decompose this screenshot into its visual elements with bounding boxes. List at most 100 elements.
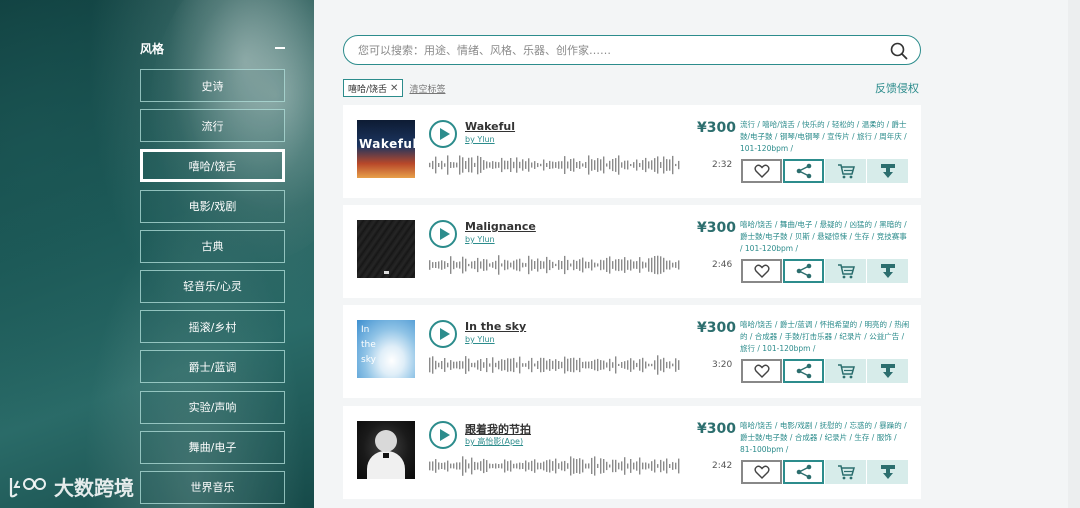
search-icon[interactable] xyxy=(890,42,908,60)
waveform-bar xyxy=(636,362,638,368)
genre-item-light[interactable]: 轻音乐/心灵 xyxy=(140,269,285,303)
genre-item-classical[interactable]: 古典 xyxy=(140,229,285,263)
waveform-bar xyxy=(555,263,557,267)
favorite-button[interactable] xyxy=(741,359,782,383)
genre-item-experimental[interactable]: 实验/声响 xyxy=(140,390,285,424)
waveform-bar xyxy=(483,362,485,368)
waveform-bar xyxy=(582,163,584,167)
waveform-bar xyxy=(606,461,608,471)
waveform-bar xyxy=(450,162,452,168)
waveform-bar xyxy=(585,162,587,168)
track-artist[interactable]: by Ylun xyxy=(465,135,495,144)
add-to-cart-button[interactable] xyxy=(825,259,866,283)
add-to-cart-button[interactable] xyxy=(825,359,866,383)
share-button[interactable] xyxy=(783,359,824,383)
search-input[interactable] xyxy=(358,42,878,59)
track-title[interactable]: Wakeful xyxy=(465,120,515,133)
waveform-bar xyxy=(438,462,440,470)
genre-item-hiphop[interactable]: 嘻哈/饶舌 xyxy=(140,149,285,183)
waveform[interactable] xyxy=(429,155,681,175)
track-price: ¥300 xyxy=(697,120,736,136)
waveform-bar xyxy=(459,360,461,370)
waveform[interactable] xyxy=(429,255,681,275)
waveform-bar xyxy=(630,164,632,167)
clear-tags-link[interactable]: 清空标签 xyxy=(409,82,445,95)
close-icon[interactable]: ✕ xyxy=(390,83,398,94)
waveform-bar xyxy=(528,255,530,275)
genre-item-film[interactable]: 电影/戏剧 xyxy=(140,189,285,223)
genre-item-jazz[interactable]: 爵士/蓝调 xyxy=(140,350,285,384)
waveform-bar xyxy=(477,360,479,370)
download-button[interactable] xyxy=(867,359,908,383)
share-button[interactable] xyxy=(783,159,824,183)
waveform-bar xyxy=(456,162,458,168)
track-cover[interactable]: In the sky xyxy=(357,320,415,378)
waveform-bar xyxy=(612,159,614,172)
waveform-bar xyxy=(492,357,494,373)
download-button[interactable] xyxy=(867,159,908,183)
play-icon[interactable] xyxy=(429,320,457,348)
feedback-infringement-link[interactable]: 反馈侵权 xyxy=(875,80,919,96)
share-button[interactable] xyxy=(783,259,824,283)
waveform-bar xyxy=(492,262,494,268)
waveform[interactable] xyxy=(429,456,681,476)
track-cover[interactable] xyxy=(357,421,415,479)
waveform-bar xyxy=(468,463,470,469)
track-title[interactable]: Malignance xyxy=(465,220,536,233)
genre-item-rock[interactable]: 摇滚/乡村 xyxy=(140,310,285,344)
download-button[interactable] xyxy=(867,460,908,484)
track-cover[interactable]: Wakeful xyxy=(357,120,415,178)
favorite-button[interactable] xyxy=(741,259,782,283)
track-duration: 2:32 xyxy=(712,160,733,170)
track-artist[interactable]: by 高怡影(Ape) xyxy=(465,436,523,447)
search-bar[interactable] xyxy=(343,35,921,65)
play-icon[interactable] xyxy=(429,120,457,148)
track-title[interactable]: In the sky xyxy=(465,320,526,333)
download-button[interactable] xyxy=(867,259,908,283)
track-cover[interactable] xyxy=(357,220,415,278)
share-button[interactable] xyxy=(783,460,824,484)
play-icon[interactable] xyxy=(429,421,457,449)
waveform-bar xyxy=(651,363,653,367)
waveform-bar xyxy=(672,363,674,367)
track-artist[interactable]: by Ylun xyxy=(465,335,495,344)
waveform-bar xyxy=(501,263,503,267)
waveform-bar xyxy=(498,255,500,275)
track-tags: 嘻哈/饶舌 / 舞曲/电子 / 悬疑的 / 凶猛的 / 黑暗的 / 爵士鼓/电子… xyxy=(740,220,907,253)
waveform-bar xyxy=(627,463,629,469)
favorite-button[interactable] xyxy=(741,460,782,484)
play-icon[interactable] xyxy=(429,220,457,248)
track-title[interactable]: 跟着我的节拍 xyxy=(465,421,531,437)
minus-icon[interactable] xyxy=(275,47,285,49)
waveform-bar xyxy=(441,160,443,170)
waveform-bar xyxy=(501,463,503,469)
waveform-bar xyxy=(648,161,650,169)
waveform-bar xyxy=(468,157,470,173)
waveform-bar xyxy=(516,463,518,469)
waveform-bar xyxy=(549,160,551,169)
genre-item-world[interactable]: 世界音乐 xyxy=(140,470,285,504)
waveform-bar xyxy=(468,358,470,372)
waveform[interactable] xyxy=(429,355,681,375)
active-tag-chip[interactable]: 嘻哈/饶舌 ✕ xyxy=(343,79,404,97)
waveform-bar xyxy=(567,463,569,469)
waveform-bar xyxy=(504,359,506,371)
add-to-cart-button[interactable] xyxy=(825,159,866,183)
waveform-bar xyxy=(564,356,566,374)
genre-item-pop[interactable]: 流行 xyxy=(140,109,285,143)
favorite-button[interactable] xyxy=(741,159,782,183)
scrollbar-track[interactable] xyxy=(1068,0,1080,508)
track-artist[interactable]: by Ylun xyxy=(465,235,495,244)
genre-item-dance[interactable]: 舞曲/电子 xyxy=(140,430,285,464)
waveform-bar xyxy=(462,256,464,274)
waveform-bar xyxy=(573,357,575,373)
waveform-bar xyxy=(471,457,473,475)
waveform-bar xyxy=(666,458,668,474)
waveform-bar xyxy=(633,261,635,269)
waveform-bar xyxy=(555,162,557,168)
genre-section-header[interactable]: 风格 xyxy=(140,38,285,58)
add-to-cart-button[interactable] xyxy=(825,460,866,484)
waveform-bar xyxy=(594,359,596,371)
waveform-bar xyxy=(438,362,440,368)
genre-item-epic[interactable]: 史诗 xyxy=(140,69,285,102)
